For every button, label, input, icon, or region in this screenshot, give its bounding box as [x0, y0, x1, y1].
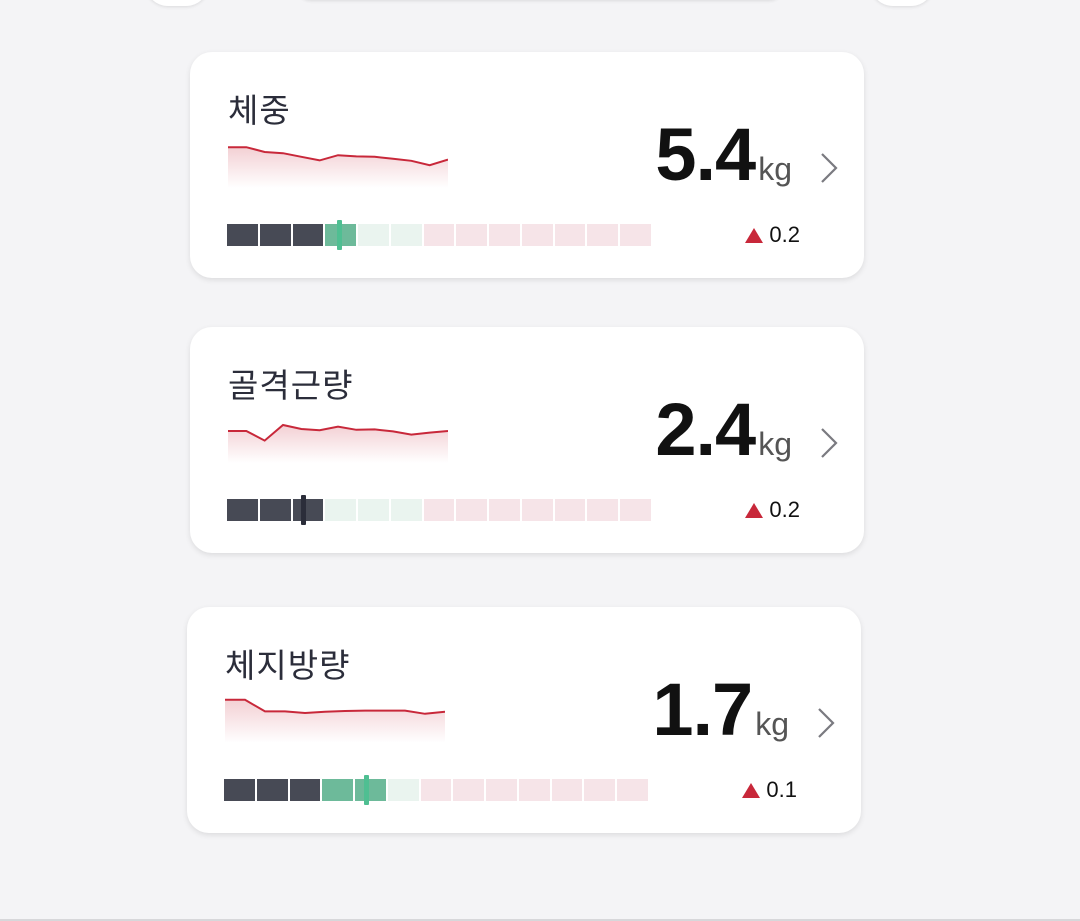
range-segment: [423, 224, 455, 246]
range-segment: [387, 779, 419, 801]
change-indicator: 0.2: [745, 497, 800, 523]
range-segment: [617, 779, 648, 801]
range-segment: [325, 499, 357, 521]
change-indicator: 0.2: [745, 222, 800, 248]
range-segment: [518, 779, 550, 801]
range-segment: [292, 499, 324, 521]
triangle-up-icon: [745, 502, 764, 518]
range-segment: [259, 499, 291, 521]
range-segment: [224, 779, 255, 801]
range-segment: [587, 499, 619, 521]
sparkline-area: [228, 425, 448, 463]
sparkline-area: [228, 147, 448, 188]
range-segment: [358, 224, 389, 246]
range-segment: [620, 499, 651, 521]
range-gauge: [227, 495, 651, 525]
triangle-up-icon: [745, 227, 764, 243]
range-gauge: [227, 220, 651, 250]
range-segment: [289, 779, 321, 801]
triangle-up-icon: [742, 782, 761, 798]
metric-value: 1.7: [652, 668, 753, 751]
range-segment: [620, 224, 651, 246]
range-segment: [322, 779, 354, 801]
range-segment: [587, 224, 619, 246]
range-segment: [227, 499, 258, 521]
range-segment: [456, 224, 488, 246]
top-round-button[interactable]: [145, 0, 209, 6]
metric-card-body-fat[interactable]: 체지방량 1.7 kg 0.1: [187, 607, 861, 833]
range-segment: [551, 779, 583, 801]
card-title: 체중: [228, 91, 291, 130]
range-segment: [227, 224, 258, 246]
card-title: 체지방량: [225, 646, 351, 685]
range-segment: [423, 499, 455, 521]
metric-card-skeletal-muscle[interactable]: 골격근량 2.4 kg 0.2: [190, 327, 864, 553]
range-segment: [292, 224, 324, 246]
metric-unit: kg: [758, 426, 792, 462]
chevron-right-icon[interactable]: [818, 150, 840, 186]
card-title: 골격근량: [228, 366, 354, 405]
range-segment: [259, 224, 291, 246]
value-display: 2.4 kg: [655, 387, 792, 472]
range-gauge: [224, 775, 648, 805]
metric-value: 2.4: [655, 388, 756, 471]
range-segment: [420, 779, 452, 801]
range-segment: [390, 224, 422, 246]
range-segment: [584, 779, 616, 801]
range-segment: [358, 499, 389, 521]
range-segment: [456, 499, 488, 521]
metric-unit: kg: [758, 151, 792, 187]
change-value: 0.2: [769, 497, 800, 522]
range-marker: [301, 495, 307, 525]
range-segment: [489, 499, 520, 521]
range-marker: [364, 775, 370, 805]
range-segment: [554, 224, 586, 246]
value-display: 5.4 kg: [655, 112, 792, 197]
trend-sparkline: [225, 698, 445, 743]
range-marker: [337, 220, 343, 250]
range-segment: [489, 224, 520, 246]
change-value: 0.2: [769, 222, 800, 247]
change-indicator: 0.1: [742, 777, 797, 803]
range-segment: [355, 779, 386, 801]
change-value: 0.1: [766, 777, 797, 802]
value-display: 1.7 kg: [652, 667, 789, 752]
range-segment: [521, 224, 553, 246]
metric-value: 5.4: [655, 113, 756, 196]
metric-unit: kg: [755, 706, 789, 742]
range-segment: [554, 499, 586, 521]
trend-sparkline: [228, 423, 448, 463]
range-segment: [453, 779, 485, 801]
range-segment: [486, 779, 517, 801]
body-composition-screen: 체중 5.4 kg 0.2 골격근량 2.4 kg 0.2 체지방량 1.7 k…: [0, 0, 1080, 921]
trend-sparkline: [228, 146, 448, 188]
chevron-right-icon[interactable]: [818, 425, 840, 461]
range-segment: [390, 499, 422, 521]
range-segment: [521, 499, 553, 521]
range-segment: [256, 779, 288, 801]
chevron-right-icon[interactable]: [815, 705, 837, 741]
metric-card-weight[interactable]: 체중 5.4 kg 0.2: [190, 52, 864, 278]
top-round-button[interactable]: [870, 0, 934, 6]
